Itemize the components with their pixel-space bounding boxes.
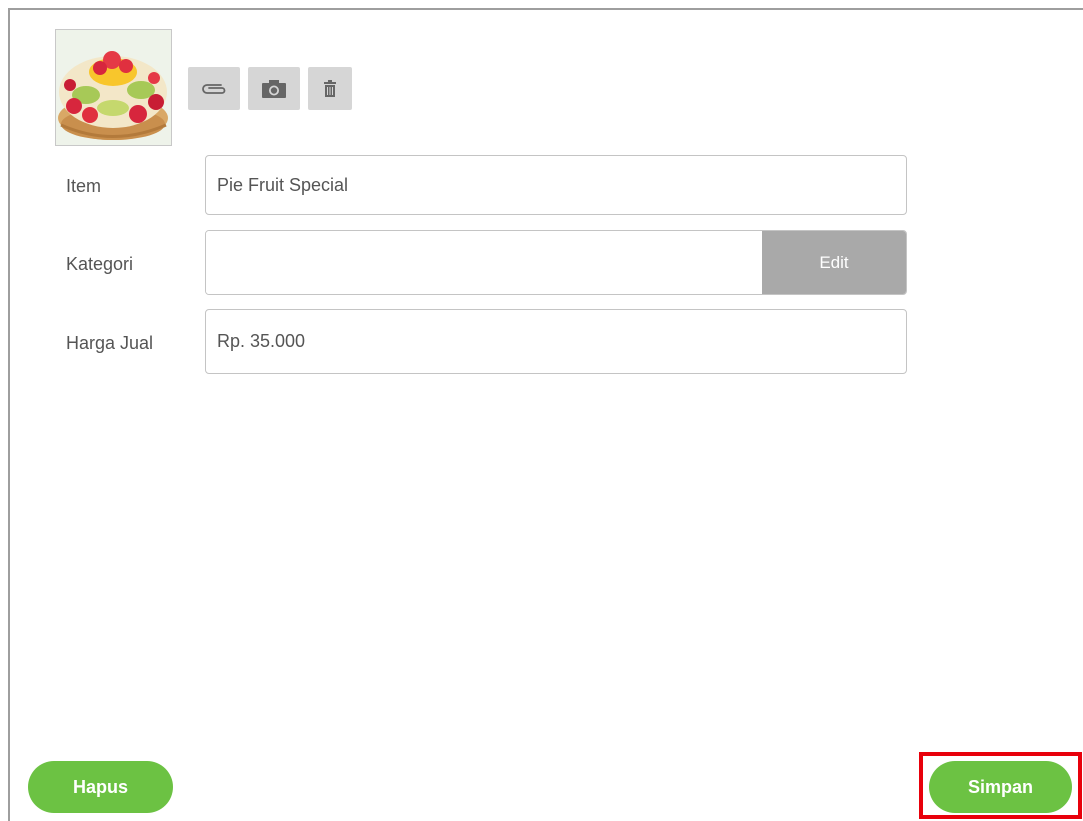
delete-button[interactable]: Hapus [28,761,173,813]
price-value: Rp. 35.000 [217,331,306,351]
item-name-field[interactable]: Pie Fruit Special [205,155,907,215]
product-image[interactable] [55,29,172,146]
fruit-pie-photo-icon [56,30,171,145]
window-frame-left [8,8,10,821]
category-field-group: Edit [205,230,907,295]
category-field[interactable] [206,231,763,294]
trash-icon [324,79,336,97]
price-label: Harga Jual [66,333,154,353]
price-field[interactable]: Rp. 35.000 [205,309,907,374]
item-label: Item [66,176,102,196]
category-label: Kategori [66,254,134,274]
window-frame-top [8,8,1083,10]
delete-image-button[interactable] [308,67,352,110]
camera-icon [262,79,286,98]
save-button[interactable]: Simpan [929,761,1072,813]
camera-button[interactable] [248,67,300,110]
paperclip-icon [202,83,226,94]
item-name-value: Pie Fruit Special [217,174,349,195]
attach-button[interactable] [188,67,240,110]
category-edit-button[interactable]: Edit [762,231,906,294]
